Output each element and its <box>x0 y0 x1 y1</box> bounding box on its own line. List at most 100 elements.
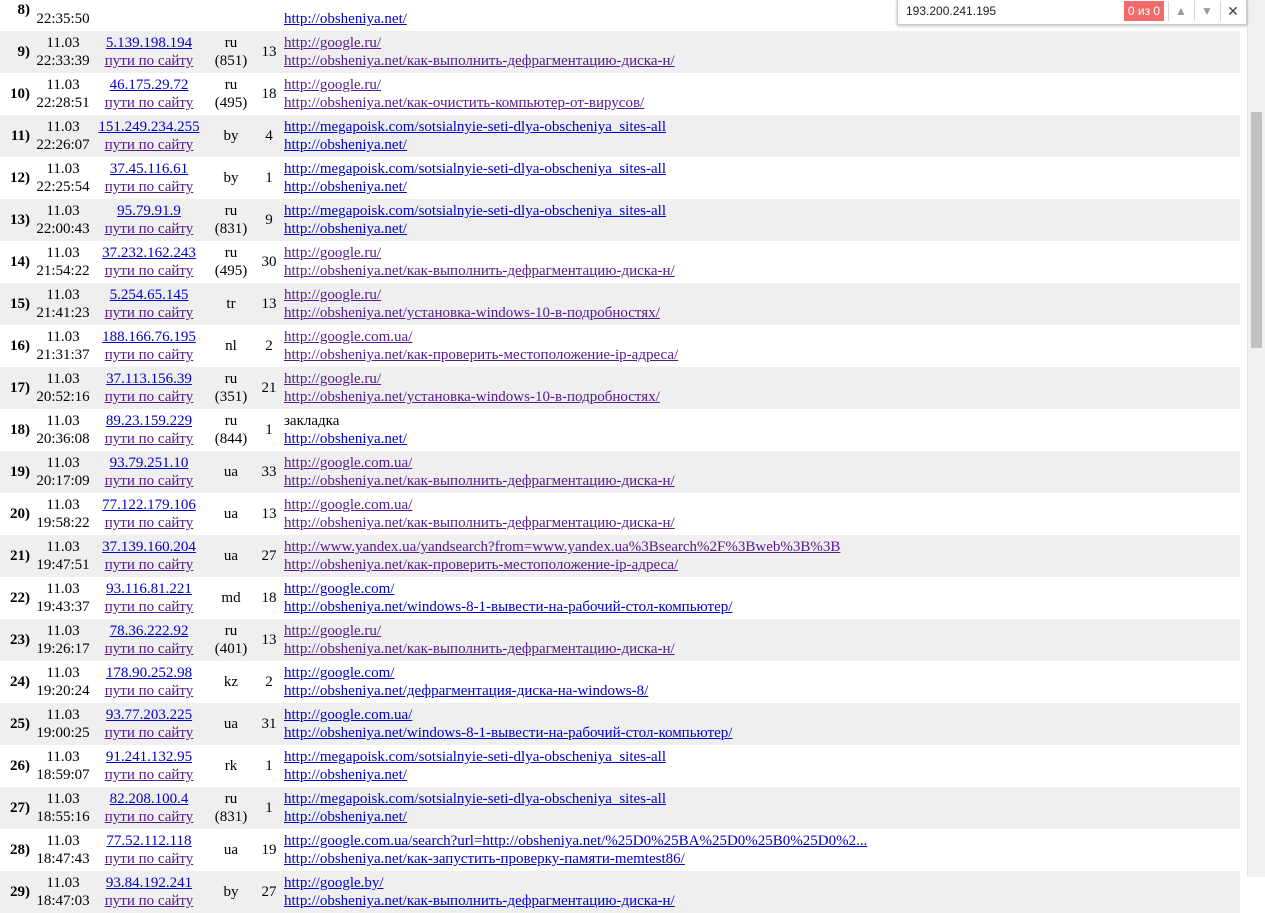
referrer-link[interactable]: http://google.ru/ <box>284 623 381 639</box>
ip-link[interactable]: 77.52.112.118 <box>106 833 191 849</box>
referrer-link[interactable]: http://google.ru/ <box>284 287 381 303</box>
ip-link[interactable]: 178.90.252.98 <box>106 665 192 681</box>
table-row: 12) 11.03 22:25:54 37.45.116.61 пути по сайт… <box>0 157 1240 199</box>
ip-link[interactable]: 93.116.81.221 <box>106 581 192 597</box>
site-path-link[interactable]: пути по сайту <box>105 431 194 447</box>
country-code: ru <box>224 791 238 807</box>
landing-page-link[interactable]: http://obsheniya.net/windows-8-1-вывести… <box>284 725 732 741</box>
ip-link[interactable]: 82.208.100.4 <box>110 791 189 807</box>
landing-page-link[interactable]: http://obsheniya.net/как-проверить-место… <box>284 557 678 573</box>
landing-page-link[interactable]: http://obsheniya.net/дефрагментация-диск… <box>284 683 648 699</box>
site-path-link[interactable]: пути по сайту <box>105 515 194 531</box>
landing-page-link[interactable]: http://obsheniya.net/установка-windows-1… <box>284 389 660 405</box>
site-path-link[interactable]: пути по сайту <box>105 725 194 741</box>
referrer-link[interactable]: http://megapoisk.com/sotsialnyie-seti-dl… <box>284 791 666 807</box>
landing-page-link[interactable]: http://obsheniya.net/как-выполнить-дефра… <box>284 515 675 531</box>
referrer-link[interactable]: http://google.com.ua/ <box>284 455 412 471</box>
ip-link[interactable]: 95.79.91.9 <box>117 203 181 219</box>
ip-link[interactable]: 188.166.76.195 <box>102 329 196 345</box>
referrer-link[interactable]: http://google.com/ <box>284 581 394 597</box>
site-path-link[interactable]: пути по сайту <box>105 557 194 573</box>
site-path-link[interactable]: пути по сайту <box>105 473 194 489</box>
landing-page-link[interactable]: http://obsheniya.net/ <box>284 11 407 27</box>
visit-time: 21:54:22 <box>36 263 90 279</box>
site-path-link[interactable]: пути по сайту <box>105 389 194 405</box>
referrer-link[interactable]: http://google.ru/ <box>284 77 381 93</box>
ip-link[interactable]: 151.249.234.255 <box>98 119 199 135</box>
vertical-scrollbar[interactable] <box>1247 0 1265 877</box>
referrer-link[interactable]: http://google.com.ua/ <box>284 497 412 513</box>
site-path-link[interactable]: пути по сайту <box>105 767 194 783</box>
referrer-link[interactable]: http://google.ru/ <box>284 245 381 261</box>
find-next-button[interactable]: ▼ <box>1194 1 1219 21</box>
ip-link[interactable]: 89.23.159.229 <box>106 413 192 429</box>
referrer-link[interactable]: http://google.by/ <box>284 875 384 891</box>
ip-link[interactable]: 37.113.156.39 <box>106 371 192 387</box>
landing-page-link[interactable]: http://obsheniya.net/ <box>284 809 407 825</box>
url-cell: http://google.com.ua/http://obsheniya.ne… <box>280 325 1240 367</box>
referrer-link[interactable]: http://megapoisk.com/sotsialnyie-seti-dl… <box>284 119 666 135</box>
site-path-link[interactable]: пути по сайту <box>105 347 194 363</box>
ip-link[interactable]: 37.139.160.204 <box>102 539 196 555</box>
site-path-link[interactable]: пути по сайту <box>105 599 194 615</box>
landing-page-link[interactable]: http://obsheniya.net/как-запустить-прове… <box>284 851 685 867</box>
site-path-link[interactable]: пути по сайту <box>105 893 194 909</box>
ip-link[interactable]: 5.139.198.194 <box>106 35 192 51</box>
referrer-link[interactable]: http://google.ru/ <box>284 371 381 387</box>
landing-page-link[interactable]: http://obsheniya.net/как-выполнить-дефра… <box>284 893 675 909</box>
landing-page-link[interactable]: http://obsheniya.net/как-очистить-компью… <box>284 95 644 111</box>
ip-link[interactable]: 46.175.29.72 <box>110 77 189 93</box>
site-path-link[interactable]: пути по сайту <box>105 263 194 279</box>
referrer-link[interactable]: http://megapoisk.com/sotsialnyie-seti-dl… <box>284 203 666 219</box>
ip-link[interactable]: 93.77.203.225 <box>106 707 192 723</box>
landing-page-link[interactable]: http://obsheniya.net/ <box>284 767 407 783</box>
ip-link[interactable]: 91.241.132.95 <box>106 749 192 765</box>
referrer-link[interactable]: http://google.com.ua/search?url=http://o… <box>284 833 867 849</box>
landing-page-link[interactable]: http://obsheniya.net/как-выполнить-дефра… <box>284 53 675 69</box>
landing-page-link[interactable]: http://obsheniya.net/ <box>284 137 407 153</box>
referrer-link[interactable]: http://google.com.ua/ <box>284 707 412 723</box>
country-cell: by <box>204 871 258 913</box>
referrer-link[interactable]: http://google.com/ <box>284 665 394 681</box>
country-cell: ru (844) <box>204 409 258 451</box>
ip-link[interactable]: 37.232.162.243 <box>102 245 196 261</box>
ip-link[interactable]: 77.122.179.106 <box>102 497 196 513</box>
ip-link[interactable]: 78.36.222.92 <box>110 623 189 639</box>
referrer-link[interactable]: http://megapoisk.com/sotsialnyie-seti-dl… <box>284 161 666 177</box>
landing-page-link[interactable]: http://obsheniya.net/как-выполнить-дефра… <box>284 473 675 489</box>
referrer-link[interactable]: http://google.ru/ <box>284 35 381 51</box>
landing-page-link[interactable]: http://obsheniya.net/установка-windows-1… <box>284 305 660 321</box>
visit-date: 11.03 <box>46 371 80 387</box>
site-path-link[interactable]: пути по сайту <box>105 851 194 867</box>
visit-time: 22:26:07 <box>36 137 90 153</box>
site-path-link[interactable]: пути по сайту <box>105 95 194 111</box>
landing-page-link[interactable]: http://obsheniya.net/как-проверить-место… <box>284 347 678 363</box>
landing-page-link[interactable]: http://obsheniya.net/ <box>284 179 407 195</box>
site-path-link[interactable]: пути по сайту <box>105 809 194 825</box>
site-path-link[interactable]: пути по сайту <box>105 305 194 321</box>
scrollbar-thumb[interactable] <box>1251 112 1262 348</box>
ip-link[interactable]: 5.254.65.145 <box>110 287 189 303</box>
landing-page-link[interactable]: http://obsheniya.net/как-выполнить-дефра… <box>284 263 675 279</box>
site-path-link[interactable]: пути по сайту <box>105 683 194 699</box>
row-number: 23) <box>0 619 32 661</box>
landing-page-link[interactable]: http://obsheniya.net/как-выполнить-дефра… <box>284 641 675 657</box>
site-path-link[interactable]: пути по сайту <box>105 137 194 153</box>
site-path-link[interactable]: пути по сайту <box>105 221 194 237</box>
find-previous-button[interactable]: ▲ <box>1168 1 1193 21</box>
ip-link[interactable]: 37.45.116.61 <box>110 161 188 177</box>
find-close-button[interactable]: ✕ <box>1220 1 1245 21</box>
ip-link[interactable]: 93.84.192.241 <box>106 875 192 891</box>
visitor-ip-cell: 93.116.81.221 пути по сайту <box>94 577 204 619</box>
site-path-link[interactable]: пути по сайту <box>105 179 194 195</box>
ip-link[interactable]: 93.79.251.10 <box>110 455 189 471</box>
referrer-link[interactable]: http://www.yandex.ua/yandsearch?from=www… <box>284 539 840 555</box>
site-path-link[interactable]: пути по сайту <box>105 53 194 69</box>
find-input[interactable] <box>906 3 1116 19</box>
site-path-link[interactable]: пути по сайту <box>105 641 194 657</box>
referrer-link[interactable]: http://megapoisk.com/sotsialnyie-seti-dl… <box>284 749 666 765</box>
referrer-link[interactable]: http://google.com.ua/ <box>284 329 412 345</box>
landing-page-link[interactable]: http://obsheniya.net/ <box>284 431 407 447</box>
landing-page-link[interactable]: http://obsheniya.net/ <box>284 221 407 237</box>
landing-page-link[interactable]: http://obsheniya.net/windows-8-1-вывести… <box>284 599 732 615</box>
